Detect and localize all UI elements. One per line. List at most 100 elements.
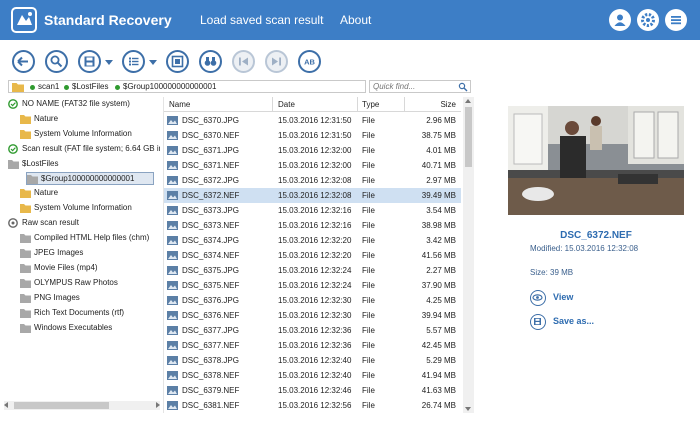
file-list-vertical-scrollbar[interactable] — [463, 97, 474, 413]
previous-button[interactable] — [232, 50, 255, 73]
table-row[interactable]: DSC_6376.JPG 15.03.2016 12:32:30 File 4.25 … — [164, 293, 461, 308]
file-date-cell: 15.03.2016 12:31:50 — [278, 131, 352, 140]
user-button[interactable] — [609, 9, 631, 31]
file-type-cell: File — [362, 356, 375, 365]
column-header-type[interactable]: Type — [362, 100, 379, 109]
scrollbar-thumb[interactable] — [465, 107, 472, 167]
preview-filename: DSC_6372.NEF — [560, 230, 632, 241]
file-date-cell: 15.03.2016 12:32:00 — [278, 161, 352, 170]
file-date-cell: 15.03.2016 12:32:08 — [278, 176, 352, 185]
title-bar: Standard Recovery Load saved scan result… — [0, 0, 700, 40]
file-type-cell: File — [362, 176, 375, 185]
view-dropdown-caret[interactable] — [149, 60, 157, 65]
about-link[interactable]: About — [340, 13, 371, 27]
table-row[interactable]: DSC_6377.JPG 15.03.2016 12:32:36 File 5.57 … — [164, 323, 461, 338]
scan-button[interactable] — [166, 50, 189, 73]
image-file-icon — [167, 221, 178, 230]
file-type-cell: File — [362, 266, 375, 275]
scroll-down-arrow-icon[interactable] — [465, 407, 471, 411]
drive-ok-icon — [30, 85, 35, 90]
table-row[interactable]: DSC_6381.NEF 15.03.2016 12:32:56 File 26.74… — [164, 398, 461, 413]
file-name-cell: DSC_6374.JPG — [182, 236, 239, 245]
table-row[interactable]: DSC_6372.NEF 15.03.2016 12:32:08 File 39.49… — [164, 188, 461, 203]
settings-button[interactable] — [637, 9, 659, 31]
scan-icon — [171, 55, 184, 68]
table-row[interactable]: DSC_6370.JPG 15.03.2016 12:31:50 File 2.96 … — [164, 113, 461, 128]
back-button[interactable] — [12, 50, 35, 73]
column-divider[interactable] — [357, 97, 358, 112]
table-row[interactable]: DSC_6374.NEF 15.03.2016 12:32:20 File 41.56… — [164, 248, 461, 263]
app-logo-icon — [11, 7, 37, 33]
table-row[interactable]: DSC_6377.NEF 15.03.2016 12:32:36 File 42.45… — [164, 338, 461, 353]
ab-icon: AB — [304, 58, 315, 67]
column-header-size[interactable]: Size — [440, 100, 456, 109]
table-row[interactable]: DSC_6378.NEF 15.03.2016 12:32:40 File 41.94… — [164, 368, 461, 383]
column-header-date[interactable]: Date — [278, 100, 295, 109]
preview-size: Size: 39 MB — [530, 268, 574, 277]
next-button[interactable] — [265, 50, 288, 73]
tree-item-label: PNG Images — [34, 293, 80, 302]
file-name-cell: DSC_6381.NEF — [182, 401, 240, 410]
file-name-cell: DSC_6372.NEF — [182, 191, 240, 200]
folder-grey-icon — [8, 160, 19, 169]
file-size-cell: 41.63 MB — [421, 386, 456, 395]
table-row[interactable]: DSC_6373.NEF 15.03.2016 12:32:16 File 38.98… — [164, 218, 461, 233]
column-divider[interactable] — [272, 97, 273, 112]
scroll-right-arrow-icon[interactable] — [156, 402, 160, 408]
save-dropdown-caret[interactable] — [105, 60, 113, 65]
tree-item-label: Scan result (FAT file system; 6.64 GB in… — [22, 144, 160, 153]
find-files-button[interactable] — [199, 50, 222, 73]
table-row[interactable]: DSC_6370.NEF 15.03.2016 12:31:50 File 38.75… — [164, 128, 461, 143]
drive-ok-icon — [8, 99, 18, 109]
view-mode-button[interactable] — [122, 50, 145, 73]
file-date-cell: 15.03.2016 12:32:24 — [278, 266, 352, 275]
folder-grey-icon — [20, 309, 31, 318]
load-saved-scan-link[interactable]: Load saved scan result — [200, 13, 323, 27]
scrollbar-thumb[interactable] — [14, 402, 109, 409]
table-row[interactable]: DSC_6375.JPG 15.03.2016 12:32:24 File 2.27 … — [164, 263, 461, 278]
tree-item-label: Windows Executables — [34, 323, 113, 332]
tree-item-label: Raw scan result — [22, 218, 79, 227]
find-button[interactable] — [45, 50, 68, 73]
menu-button[interactable] — [665, 9, 687, 31]
file-date-cell: 15.03.2016 12:32:30 — [278, 296, 352, 305]
table-row[interactable]: DSC_6373.JPG 15.03.2016 12:32:16 File 3.54 … — [164, 203, 461, 218]
quick-find-input[interactable] — [370, 81, 458, 92]
breadcrumb-item[interactable]: $LostFiles — [72, 82, 108, 91]
table-row[interactable]: DSC_6379.NEF 15.03.2016 12:32:46 File 41.63… — [164, 383, 461, 398]
drive-ok-icon — [115, 85, 120, 90]
table-row[interactable]: DSC_6371.NEF 15.03.2016 12:32:00 File 40.71… — [164, 158, 461, 173]
file-type-cell: File — [362, 191, 375, 200]
table-row[interactable]: DSC_6371.JPG 15.03.2016 12:32:00 File 4.01 … — [164, 143, 461, 158]
folder-grey-icon — [20, 279, 31, 288]
search-icon[interactable] — [458, 82, 468, 92]
breadcrumb-item[interactable]: $Group100000000000001 — [123, 82, 216, 91]
table-row[interactable]: DSC_6378.JPG 15.03.2016 12:32:40 File 5.29 … — [164, 353, 461, 368]
scroll-up-arrow-icon[interactable] — [465, 99, 471, 103]
breadcrumb-item[interactable]: scan1 — [38, 82, 59, 91]
file-size-cell: 3.54 MB — [426, 206, 456, 215]
file-size-cell: 41.94 MB — [421, 371, 456, 380]
table-row[interactable]: DSC_6376.NEF 15.03.2016 12:32:30 File 39.94… — [164, 308, 461, 323]
tree-horizontal-scrollbar[interactable] — [4, 401, 160, 410]
file-list-header: Name Date Type Size — [164, 97, 461, 112]
file-date-cell: 15.03.2016 12:32:36 — [278, 341, 352, 350]
save-button[interactable] — [78, 50, 101, 73]
image-file-icon — [167, 326, 178, 335]
image-file-icon — [167, 311, 178, 320]
breadcrumb[interactable]: scan1 $LostFiles $Group100000000000001 — [8, 80, 366, 93]
column-header-name[interactable]: Name — [169, 100, 190, 109]
image-file-icon — [167, 341, 178, 350]
file-name-cell: DSC_6375.JPG — [182, 266, 239, 275]
ab-button[interactable]: AB — [298, 50, 321, 73]
column-divider[interactable] — [404, 97, 405, 112]
table-row[interactable]: DSC_6372.JPG 15.03.2016 12:32:08 File 2.97 … — [164, 173, 461, 188]
table-row[interactable]: DSC_6374.JPG 15.03.2016 12:32:20 File 3.42 … — [164, 233, 461, 248]
table-row[interactable]: DSC_6375.NEF 15.03.2016 12:32:24 File 37.90… — [164, 278, 461, 293]
file-name-cell: DSC_6374.NEF — [182, 251, 240, 260]
tree-item[interactable]: $Group100000000000001 — [26, 172, 154, 185]
drive-ok-icon — [64, 85, 69, 90]
image-file-icon — [167, 191, 178, 200]
scroll-left-arrow-icon[interactable] — [4, 402, 8, 408]
tree-item-label: System Volume Information — [34, 129, 132, 138]
